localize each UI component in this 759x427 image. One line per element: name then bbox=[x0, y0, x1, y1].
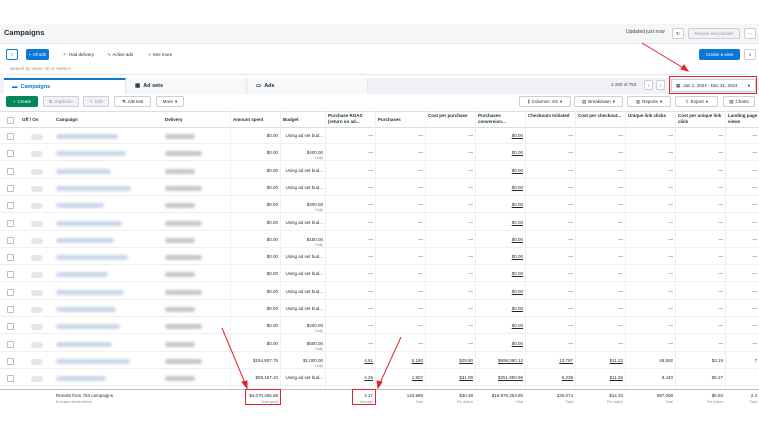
annotation-arrows bbox=[221, 42, 690, 390]
arrow-to-date bbox=[641, 42, 686, 70]
arrow-head bbox=[241, 380, 248, 390]
arrow-head bbox=[376, 380, 383, 390]
arrow-head bbox=[680, 64, 690, 72]
arrow-to-roas bbox=[379, 336, 402, 384]
arrow-to-spent bbox=[221, 327, 246, 384]
ads-manager-page: Campaigns Updated just now ↻ Review and … bbox=[0, 0, 759, 427]
